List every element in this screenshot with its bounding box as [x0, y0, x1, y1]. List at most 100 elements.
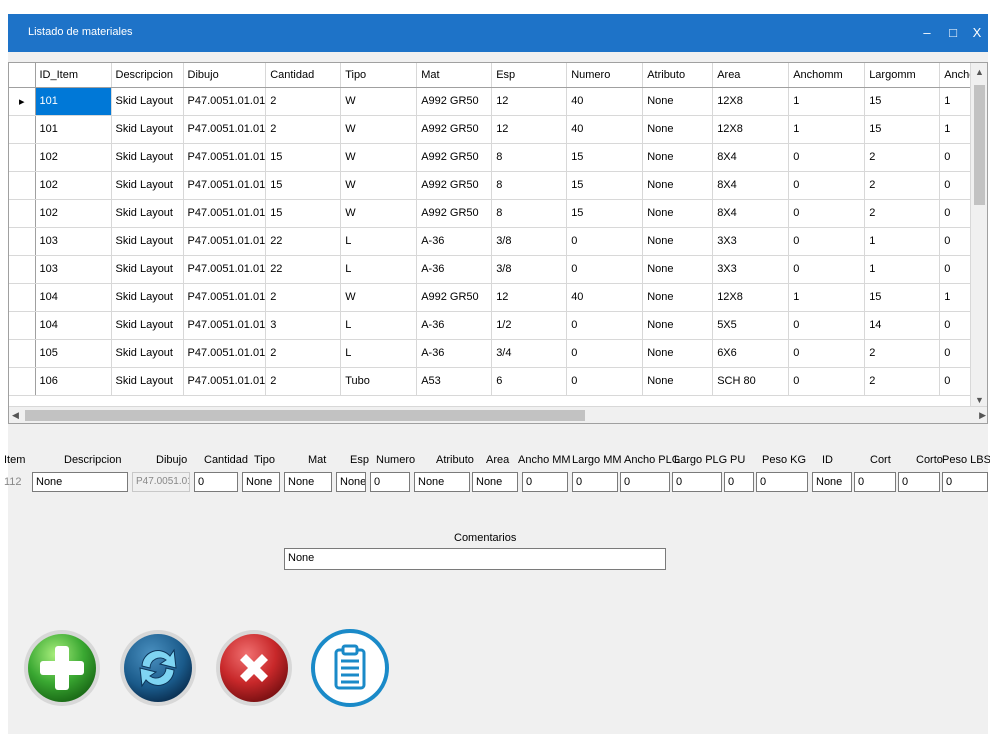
- column-header[interactable]: Atributo: [642, 63, 714, 88]
- table-cell[interactable]: P47.0051.01.01: [183, 367, 267, 396]
- row-header[interactable]: [9, 255, 36, 284]
- maximize-button[interactable]: □: [942, 24, 964, 42]
- vertical-scroll-thumb[interactable]: [974, 85, 985, 205]
- table-cell[interactable]: 40: [566, 87, 644, 116]
- table-cell[interactable]: 2: [265, 115, 342, 144]
- row-header[interactable]: [9, 227, 36, 256]
- horizontal-scrollbar[interactable]: ◀ ▶: [9, 406, 987, 423]
- table-row[interactable]: 106 Skid Layout P47.0051.01.01 2 Tubo A53 6 0 No…: [9, 367, 985, 396]
- table-cell[interactable]: 3: [265, 311, 342, 340]
- table-cell[interactable]: Skid Layout: [111, 227, 184, 256]
- table-cell[interactable]: 15: [566, 171, 644, 200]
- table-cell[interactable]: 2: [864, 143, 941, 172]
- table-cell[interactable]: A992 GR50: [416, 199, 493, 228]
- table-cell[interactable]: 0: [788, 227, 866, 256]
- table-row[interactable]: 103 Skid Layout P47.0051.01.01 22 L A-36 3/8 0 N…: [9, 255, 985, 284]
- add-button[interactable]: [22, 628, 102, 708]
- ancho-mm-field[interactable]: 0: [522, 472, 568, 492]
- scroll-right-icon[interactable]: ▶: [979, 410, 986, 421]
- table-cell[interactable]: 0: [788, 367, 866, 396]
- table-cell[interactable]: None: [642, 87, 714, 116]
- column-header[interactable]: Cantidad: [265, 63, 342, 88]
- table-cell[interactable]: 12: [491, 115, 568, 144]
- column-header[interactable]: Numero: [566, 63, 644, 88]
- table-cell[interactable]: None: [642, 115, 714, 144]
- table-cell[interactable]: 103: [35, 255, 112, 284]
- column-header[interactable]: ID_Item: [35, 63, 112, 88]
- tipo-field[interactable]: None: [242, 472, 280, 492]
- table-cell[interactable]: 104: [35, 283, 112, 312]
- table-cell[interactable]: A992 GR50: [416, 87, 493, 116]
- table-cell[interactable]: 12X8: [712, 115, 790, 144]
- table-cell[interactable]: L: [340, 339, 418, 368]
- table-cell[interactable]: Tubo: [340, 367, 418, 396]
- table-row[interactable]: 102 Skid Layout P47.0051.01.01 15 W A992 GR50…: [9, 171, 985, 200]
- id-field[interactable]: None: [812, 472, 852, 492]
- peso-lbs-field[interactable]: 0: [942, 472, 988, 492]
- table-cell[interactable]: 0: [788, 339, 866, 368]
- table-cell[interactable]: 5X5: [712, 311, 790, 340]
- table-cell[interactable]: 104: [35, 311, 112, 340]
- table-cell[interactable]: A-36: [416, 339, 493, 368]
- comentarios-field[interactable]: None: [284, 548, 666, 570]
- table-cell[interactable]: 102: [35, 143, 112, 172]
- pu-field[interactable]: 0: [724, 472, 754, 492]
- scroll-up-icon[interactable]: ▲: [975, 67, 984, 77]
- table-cell[interactable]: 1: [788, 115, 866, 144]
- table-cell[interactable]: 0: [566, 227, 644, 256]
- table-cell[interactable]: 8X4: [712, 171, 790, 200]
- table-cell[interactable]: 22: [265, 227, 342, 256]
- descripcion-field[interactable]: None: [32, 472, 128, 492]
- row-header[interactable]: [9, 283, 36, 312]
- table-cell[interactable]: 12X8: [712, 87, 790, 116]
- table-cell[interactable]: 106: [35, 367, 112, 396]
- table-cell[interactable]: Skid Layout: [111, 199, 184, 228]
- table-cell[interactable]: A53: [416, 367, 493, 396]
- ancho-plg-field[interactable]: 0: [620, 472, 670, 492]
- table-cell[interactable]: 14: [864, 311, 941, 340]
- column-header[interactable]: Area: [712, 63, 790, 88]
- table-cell[interactable]: 2: [864, 339, 941, 368]
- table-cell[interactable]: Skid Layout: [111, 115, 184, 144]
- table-cell[interactable]: 0: [566, 367, 644, 396]
- table-row[interactable]: ▸ 101 Skid Layout P47.0051.01.01 2 W A992 GR50…: [9, 87, 985, 116]
- table-cell[interactable]: 6: [491, 367, 568, 396]
- table-cell[interactable]: 22: [265, 255, 342, 284]
- table-row[interactable]: 102 Skid Layout P47.0051.01.01 15 W A992 GR50…: [9, 143, 985, 172]
- row-header[interactable]: [9, 199, 36, 228]
- table-cell[interactable]: 8X4: [712, 143, 790, 172]
- largo-plg-field[interactable]: 0: [672, 472, 722, 492]
- row-header[interactable]: [9, 171, 36, 200]
- row-header[interactable]: [9, 115, 36, 144]
- table-cell[interactable]: W: [340, 115, 418, 144]
- table-cell[interactable]: 15: [864, 87, 941, 116]
- table-cell[interactable]: 101: [35, 87, 112, 116]
- esp-field[interactable]: None: [336, 472, 366, 492]
- dibujo-field[interactable]: P47.0051.01.01: [132, 472, 190, 492]
- table-cell[interactable]: P47.0051.01.01: [183, 199, 267, 228]
- area-field[interactable]: None: [472, 472, 518, 492]
- row-header[interactable]: [9, 311, 36, 340]
- table-cell[interactable]: 12X8: [712, 283, 790, 312]
- table-cell[interactable]: Skid Layout: [111, 311, 184, 340]
- table-cell[interactable]: None: [642, 171, 714, 200]
- table-cell[interactable]: W: [340, 171, 418, 200]
- materials-grid[interactable]: ID_Item Descripcion Dibujo Cantidad Tipo Mat E…: [8, 62, 988, 424]
- close-button[interactable]: X: [966, 24, 988, 42]
- table-cell[interactable]: L: [340, 255, 418, 284]
- table-cell[interactable]: 0: [788, 199, 866, 228]
- table-cell[interactable]: 15: [566, 199, 644, 228]
- table-cell[interactable]: 15: [265, 199, 342, 228]
- table-cell[interactable]: A992 GR50: [416, 283, 493, 312]
- table-cell[interactable]: 2: [265, 367, 342, 396]
- table-cell[interactable]: A992 GR50: [416, 171, 493, 200]
- table-cell[interactable]: 40: [566, 115, 644, 144]
- horizontal-scroll-thumb[interactable]: [25, 410, 585, 421]
- row-header[interactable]: [9, 339, 36, 368]
- table-cell[interactable]: None: [642, 199, 714, 228]
- table-cell[interactable]: P47.0051.01.01: [183, 255, 267, 284]
- row-header[interactable]: [9, 367, 36, 396]
- table-cell[interactable]: 1/2: [491, 311, 568, 340]
- table-cell[interactable]: Skid Layout: [111, 171, 184, 200]
- table-cell[interactable]: P47.0051.01.01: [183, 311, 267, 340]
